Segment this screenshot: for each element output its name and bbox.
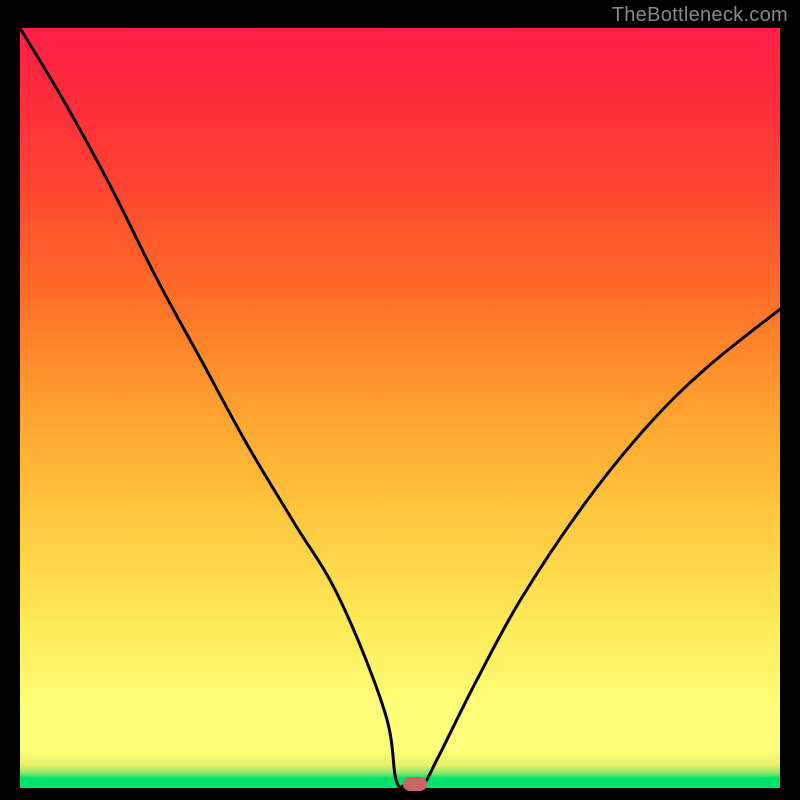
plot-area <box>20 28 780 788</box>
watermark-text: TheBottleneck.com <box>612 4 788 27</box>
chart-frame: TheBottleneck.com <box>0 0 800 800</box>
optimum-marker <box>403 777 427 791</box>
bottleneck-curve <box>20 28 780 788</box>
